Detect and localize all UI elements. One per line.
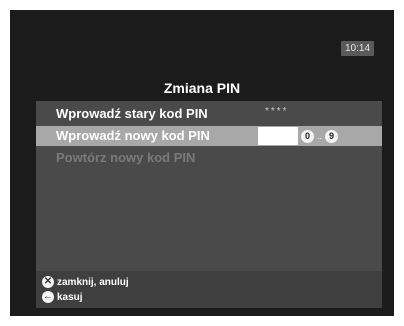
- back-arrow-icon: ←: [42, 291, 54, 303]
- digit-9-icon: 9: [325, 129, 339, 143]
- old-pin-row[interactable]: Wprowadź stary kod PIN ****: [36, 104, 382, 124]
- clock: 10:14: [341, 41, 374, 56]
- new-pin-input[interactable]: [258, 127, 298, 145]
- digit-0-icon: 0: [301, 129, 314, 143]
- new-pin-row[interactable]: Wprowadź nowy kod PIN 0 .. 9: [36, 126, 382, 146]
- close-hint[interactable]: ✕ zamknij, anuluj: [42, 275, 129, 289]
- close-hint-label: zamknij, anuluj: [57, 276, 129, 288]
- tv-screen: 10:14 Zmiana PIN Wprowadź stary kod PIN …: [10, 10, 394, 316]
- digit-range-separator: ..: [317, 131, 323, 141]
- delete-hint[interactable]: ← kasuj: [42, 290, 83, 304]
- old-pin-masked-value: ****: [265, 106, 289, 117]
- new-pin-label: Wprowadź nowy kod PIN: [56, 128, 210, 143]
- footer-hints: ✕ zamknij, anuluj ← kasuj: [36, 271, 382, 308]
- repeat-pin-row[interactable]: Powtórz nowy kod PIN: [36, 148, 382, 168]
- pin-change-panel: Wprowadź stary kod PIN **** Wprowadź now…: [36, 101, 382, 308]
- close-x-icon: ✕: [42, 276, 54, 288]
- old-pin-label: Wprowadź stary kod PIN: [56, 106, 208, 121]
- page-title: Zmiana PIN: [163, 80, 241, 96]
- repeat-pin-label: Powtórz nowy kod PIN: [56, 150, 196, 165]
- digit-range-hint: 0 .. 9: [301, 129, 339, 143]
- delete-hint-label: kasuj: [57, 291, 83, 303]
